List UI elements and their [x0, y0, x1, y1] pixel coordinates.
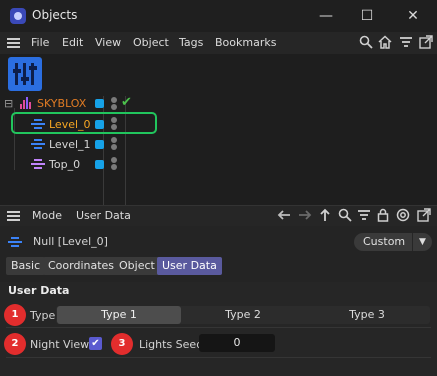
tree-item-level-0[interactable]: Level_0: [49, 118, 91, 131]
badge-3: 3: [111, 333, 133, 355]
badge-1: 1: [4, 304, 26, 326]
menu-bar: File Edit View Object Tags Bookmarks: [0, 32, 437, 54]
row-divider: [6, 327, 431, 328]
collapse-toggle-icon[interactable]: ⊟: [4, 97, 13, 110]
tree-item-skyblox[interactable]: SKYBLOX: [37, 97, 86, 110]
type-label: Type: [30, 309, 56, 322]
expand-icon[interactable]: [416, 208, 432, 224]
null-object-icon: [8, 237, 22, 247]
minimize-button[interactable]: —: [315, 5, 337, 27]
app-logo-icon: [10, 8, 26, 24]
visibility-dot[interactable]: [111, 137, 117, 143]
menu-mode[interactable]: Mode: [32, 209, 62, 222]
menu-object[interactable]: Object: [133, 36, 169, 49]
search-icon[interactable]: [337, 208, 353, 224]
menu-view[interactable]: View: [95, 36, 121, 49]
null-object-icon: [31, 119, 45, 129]
tree-item-level-1[interactable]: Level_1: [49, 138, 91, 151]
layer-manager-button[interactable]: [8, 57, 42, 91]
back-arrow-icon[interactable]: [276, 208, 292, 224]
null-object-icon: [31, 139, 45, 149]
title-bar: Objects — ☐ ✕: [0, 0, 437, 32]
home-icon[interactable]: [377, 35, 393, 51]
type-option-1[interactable]: Type 1: [57, 306, 181, 324]
hamburger-menu-icon[interactable]: [7, 211, 20, 221]
null-object-icon: [31, 159, 45, 169]
visibility-dot[interactable]: [111, 157, 117, 163]
night-view-label: Night View: [30, 338, 90, 351]
type-option-2[interactable]: Type 2: [181, 306, 305, 324]
badge-2: 2: [4, 333, 26, 355]
filter-icon[interactable]: [398, 35, 414, 51]
hierarchy-icon: [20, 97, 32, 109]
menu-bookmarks[interactable]: Bookmarks: [215, 36, 276, 49]
tab-user-data[interactable]: User Data: [157, 257, 222, 275]
maximize-button[interactable]: ☐: [356, 5, 378, 27]
night-view-checkbox[interactable]: ✔: [89, 337, 102, 350]
lights-seed-label: Lights Seed: [139, 338, 204, 351]
enabled-check-icon[interactable]: ✔: [121, 95, 132, 110]
lock-icon[interactable]: [375, 208, 391, 224]
lights-seed-input[interactable]: 0: [199, 334, 275, 352]
tab-basic[interactable]: Basic: [6, 257, 46, 275]
render-dot[interactable]: [111, 104, 117, 110]
tab-object[interactable]: Object: [114, 257, 160, 275]
row-divider: [6, 357, 431, 358]
filter-icon[interactable]: [356, 208, 372, 224]
tab-coordinates[interactable]: Coordinates: [43, 257, 120, 275]
forward-arrow-icon[interactable]: [297, 208, 313, 224]
object-tree: ⊟ SKYBLOX ✔ Level_0 Level_1 Top_0: [0, 95, 437, 206]
custom-dropdown[interactable]: Custom ▼: [354, 233, 432, 251]
expand-icon[interactable]: [418, 35, 434, 51]
new-manager-icon[interactable]: [395, 208, 411, 224]
tree-item-top-0[interactable]: Top_0: [49, 158, 80, 171]
layer-color-square[interactable]: [95, 120, 104, 129]
object-toolbar: [0, 54, 437, 96]
close-button[interactable]: ✕: [402, 5, 424, 27]
search-icon[interactable]: [358, 35, 374, 51]
window-title: Objects: [32, 8, 78, 22]
menu-edit[interactable]: Edit: [62, 36, 83, 49]
attribute-bar: Mode User Data: [0, 206, 437, 226]
visibility-dot[interactable]: [111, 117, 117, 123]
layer-color-square[interactable]: [95, 99, 104, 108]
visibility-dot[interactable]: [111, 97, 117, 103]
menu-tags[interactable]: Tags: [179, 36, 203, 49]
custom-dropdown-label: Custom: [363, 235, 406, 248]
menu-user-data[interactable]: User Data: [76, 209, 131, 222]
render-dot[interactable]: [111, 164, 117, 170]
render-dot[interactable]: [111, 124, 117, 130]
chevron-down-icon[interactable]: ▼: [412, 233, 432, 251]
layer-color-square[interactable]: [95, 160, 104, 169]
section-title: User Data: [8, 284, 70, 297]
layer-color-square[interactable]: [95, 140, 104, 149]
object-title: Null [Level_0]: [33, 235, 108, 248]
up-arrow-icon[interactable]: [317, 208, 333, 224]
hamburger-menu-icon[interactable]: [7, 38, 20, 48]
menu-file[interactable]: File: [31, 36, 49, 49]
type-option-3[interactable]: Type 3: [305, 306, 429, 324]
render-dot[interactable]: [111, 144, 117, 150]
